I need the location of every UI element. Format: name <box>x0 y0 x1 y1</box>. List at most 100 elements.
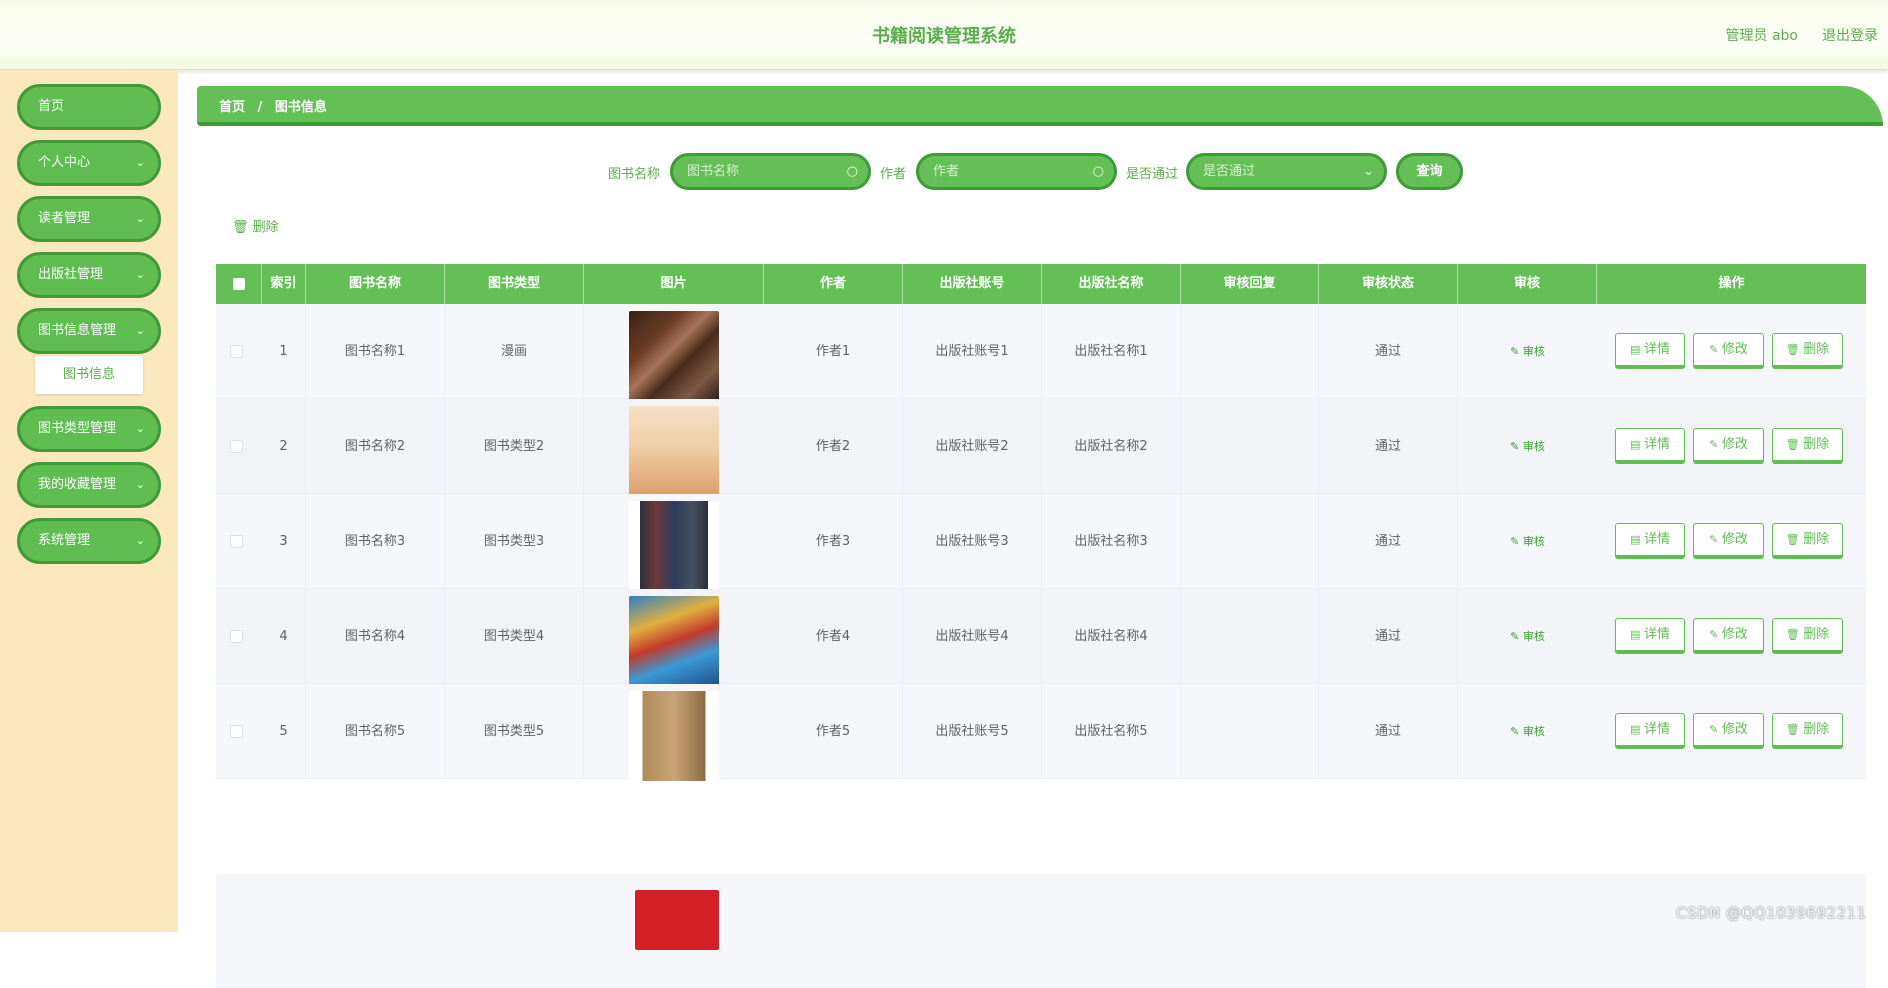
sidebar-item-readers[interactable]: 读者管理 ⌄ <box>17 196 161 242</box>
query-button[interactable]: 查询 <box>1396 153 1463 190</box>
cell-author: 作者3 <box>764 494 903 589</box>
breadcrumb-home[interactable]: 首页 <box>219 100 245 115</box>
breadcrumb: 首页 / 图书信息 <box>219 96 335 115</box>
detail-button[interactable]: ▤ 详情 <box>1615 523 1685 559</box>
sidebar-item-favorites[interactable]: 我的收藏管理 ⌄ <box>17 462 161 508</box>
column-header: 出版社名称 <box>1042 264 1181 304</box>
search-icon: ○ <box>1092 164 1104 179</box>
edit-button-label: 修改 <box>1721 722 1748 737</box>
passed-placeholder: 是否通过 <box>1203 164 1256 179</box>
delete-button[interactable]: 🗑 删除 <box>1772 333 1843 369</box>
bulk-delete-button[interactable]: 🗑 删除 <box>232 216 279 235</box>
book-name-input[interactable]: 图书名称 ○ <box>670 153 871 190</box>
cell-index: 5 <box>262 684 306 779</box>
sidebar-item-label: 读者管理 <box>38 211 91 226</box>
current-user: 管理员 abo <box>1725 28 1798 44</box>
audit-label: 审核 <box>1522 725 1545 738</box>
cell-name: 图书名称4 <box>306 589 445 684</box>
sidebar-item-label: 图书信息管理 <box>38 323 117 338</box>
edit-button[interactable]: ✎ 修改 <box>1693 333 1764 369</box>
delete-button-label: 删除 <box>1803 627 1830 642</box>
sidebar-subitem-book-info[interactable]: 图书信息 <box>35 356 143 394</box>
chevron-down-icon: ⌄ <box>135 268 145 281</box>
sidebar-item-system[interactable]: 系统管理 ⌄ <box>17 518 161 564</box>
passed-label: 是否通过 <box>1126 167 1179 182</box>
sidebar-item-profile[interactable]: 个人中心 ⌄ <box>17 140 161 186</box>
cell-author: 作者5 <box>764 684 903 779</box>
delete-button[interactable]: 🗑 删除 <box>1772 428 1843 464</box>
document-icon: ▤ <box>1630 343 1644 356</box>
delete-button[interactable]: 🗑 删除 <box>1772 713 1843 749</box>
table-row: 3 图书名称3 图书类型3 作者3 出版社账号3 出版社名称3 通过 ✎ 审核 ▤ 详情 ✎ 修改… <box>216 494 1866 591</box>
sidebar-item-book-info[interactable]: 图书信息管理 ⌄ <box>17 308 161 354</box>
detail-button[interactable]: ▤ 详情 <box>1615 428 1685 464</box>
select-all-cell <box>216 264 262 304</box>
sidebar-item-publishers[interactable]: 出版社管理 ⌄ <box>17 252 161 298</box>
audit-link[interactable]: ✎ 审核 <box>1458 589 1597 684</box>
cell-pub-account: 出版社账号4 <box>903 589 1042 684</box>
detail-button[interactable]: ▤ 详情 <box>1615 713 1685 749</box>
sidebar-item-label: 我的收藏管理 <box>38 477 117 492</box>
column-header: 审核 <box>1458 264 1597 304</box>
audit-label: 审核 <box>1522 630 1545 643</box>
cell-type: 图书类型5 <box>445 684 584 779</box>
detail-button-label: 详情 <box>1643 437 1670 452</box>
book-thumbnail <box>629 406 719 496</box>
cell-index: 2 <box>262 399 306 494</box>
logout-link[interactable]: 退出登录 <box>1822 25 1878 45</box>
trash-icon: 🗑 <box>1785 343 1804 356</box>
chevron-down-icon: ⌄ <box>135 212 145 225</box>
passed-select[interactable]: 是否通过 ⌄ <box>1186 153 1387 190</box>
audit-label: 审核 <box>1522 535 1545 548</box>
audit-link[interactable]: ✎ 审核 <box>1458 304 1597 399</box>
select-all-checkbox[interactable] <box>233 278 245 290</box>
trash-icon: 🗑 <box>1785 628 1804 641</box>
detail-button[interactable]: ▤ 详情 <box>1615 333 1685 369</box>
trash-icon: 🗑 <box>1785 723 1804 736</box>
pencil-icon: ✎ <box>1709 723 1722 736</box>
book-thumbnail <box>629 501 719 591</box>
detail-button[interactable]: ▤ 详情 <box>1615 618 1685 654</box>
delete-button[interactable]: 🗑 删除 <box>1772 523 1843 559</box>
detail-button-label: 详情 <box>1643 532 1670 547</box>
pencil-icon: ✎ <box>1510 440 1523 453</box>
cell-type: 图书类型3 <box>445 494 584 589</box>
audit-link[interactable]: ✎ 审核 <box>1458 494 1597 589</box>
cell-pub-name: 出版社名称3 <box>1042 494 1181 589</box>
sidebar-item-home[interactable]: 首页 <box>17 84 161 130</box>
pencil-icon: ✎ <box>1510 345 1523 358</box>
audit-link[interactable]: ✎ 审核 <box>1458 399 1597 494</box>
sidebar-item-label: 首页 <box>38 99 65 114</box>
edit-button[interactable]: ✎ 修改 <box>1693 428 1764 464</box>
row-checkbox[interactable] <box>230 725 243 738</box>
chevron-down-icon: ⌄ <box>135 422 145 435</box>
delete-button[interactable]: 🗑 删除 <box>1772 618 1843 654</box>
author-placeholder: 作者 <box>933 164 960 179</box>
table-header: 索引 图书名称 图书类型 图片 作者 出版社账号 出版社名称 审核回复 审核状态… <box>216 264 1866 304</box>
cell-reply <box>1181 589 1319 684</box>
row-checkbox[interactable] <box>230 345 243 358</box>
sidebar-item-label: 出版社管理 <box>38 267 104 282</box>
pencil-icon: ✎ <box>1709 343 1722 356</box>
audit-link[interactable]: ✎ 审核 <box>1458 684 1597 779</box>
top-header: 书籍阅读管理系统 管理员 abo 退出登录 <box>0 0 1888 70</box>
table-row: 2 图书名称2 图书类型2 作者2 出版社账号2 出版社名称2 通过 ✎ 审核 ▤ 详情 ✎ 修改… <box>216 399 1866 496</box>
delete-button-label: 删除 <box>1803 722 1830 737</box>
edit-button[interactable]: ✎ 修改 <box>1693 618 1764 654</box>
pencil-icon: ✎ <box>1709 438 1722 451</box>
pencil-icon: ✎ <box>1510 725 1523 738</box>
cell-pub-account: 出版社账号3 <box>903 494 1042 589</box>
sidebar-item-label: 个人中心 <box>38 155 91 170</box>
row-checkbox[interactable] <box>230 535 243 548</box>
edit-button[interactable]: ✎ 修改 <box>1693 713 1764 749</box>
cell-author: 作者1 <box>764 304 903 399</box>
row-checkbox[interactable] <box>230 630 243 643</box>
row-checkbox[interactable] <box>230 440 243 453</box>
edit-button[interactable]: ✎ 修改 <box>1693 523 1764 559</box>
breadcrumb-current: 图书信息 <box>274 100 327 115</box>
sidebar-item-book-types[interactable]: 图书类型管理 ⌄ <box>17 406 161 452</box>
table-row: 4 图书名称4 图书类型4 作者4 出版社账号4 出版社名称4 通过 ✎ 审核 ▤ 详情 ✎ 修改… <box>216 589 1866 686</box>
pencil-icon: ✎ <box>1709 533 1722 546</box>
author-input[interactable]: 作者 ○ <box>916 153 1117 190</box>
app-title: 书籍阅读管理系统 <box>872 26 1016 47</box>
